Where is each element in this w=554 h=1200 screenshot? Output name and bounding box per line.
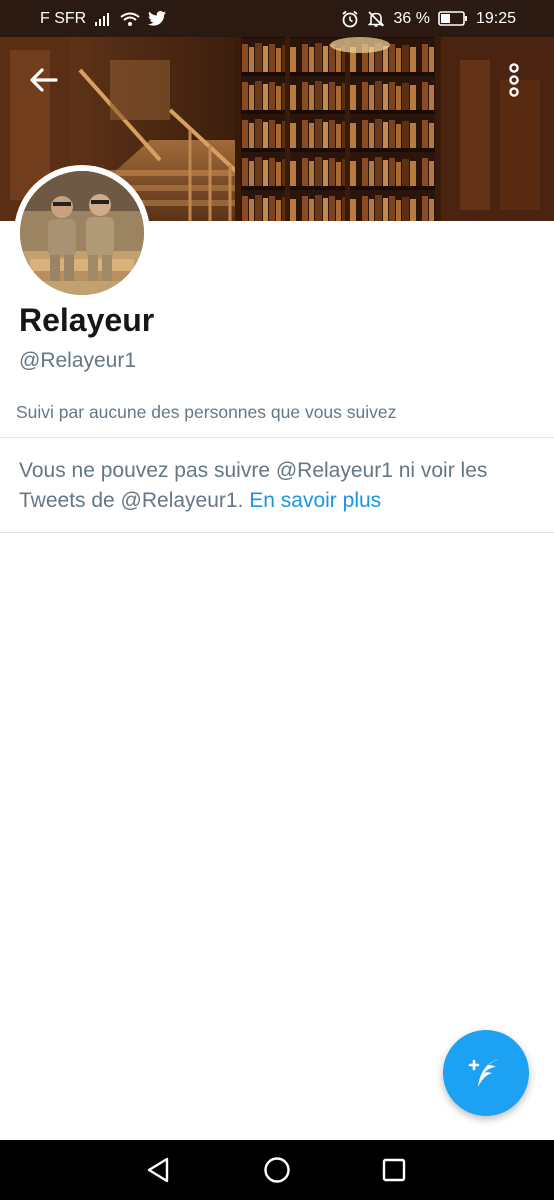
blocked-notice: Vous ne pouvez pas suivre @Relayeur1 ni … [19,456,539,516]
learn-more-link[interactable]: En savoir plus [249,489,381,512]
signal-icon [94,12,112,26]
profile-screen: F SFR 36 % 19:25 Relayeur @Relayeur1 Sui… [0,0,554,1200]
profile-name: Relayeur [19,302,155,338]
divider [0,437,554,438]
battery-percent: 36 % [393,10,430,27]
bell-off-icon [367,10,385,28]
status-time: 19:25 [475,10,516,27]
profile-handle: @Relayeur1 [19,349,137,372]
divider [0,532,554,533]
battery-icon [438,11,468,26]
back-button[interactable] [26,62,62,98]
nav-home-button[interactable] [261,1154,293,1186]
nav-back-button[interactable] [142,1154,174,1186]
profile-avatar[interactable] [14,165,150,301]
followed-by-text: Suivi par aucune des personnes que vous … [16,402,397,422]
nav-recents-icon [382,1158,406,1182]
nav-home-icon [264,1157,290,1183]
more-vertical-icon [509,63,519,97]
twitter-icon [148,11,167,26]
wifi-icon [120,12,140,26]
nav-recents-button[interactable] [378,1154,410,1186]
compose-tweet-button[interactable] [443,1030,529,1116]
system-nav-bar [0,1140,554,1200]
compose-tweet-icon [468,1059,500,1087]
carrier-label: F SFR [40,10,87,27]
more-options-button[interactable] [500,62,528,98]
status-bar: F SFR 36 % 19:25 [0,0,554,37]
avatar-image [20,171,144,295]
nav-back-icon [147,1157,169,1183]
alarm-icon [341,10,359,28]
back-arrow-icon [30,68,58,92]
